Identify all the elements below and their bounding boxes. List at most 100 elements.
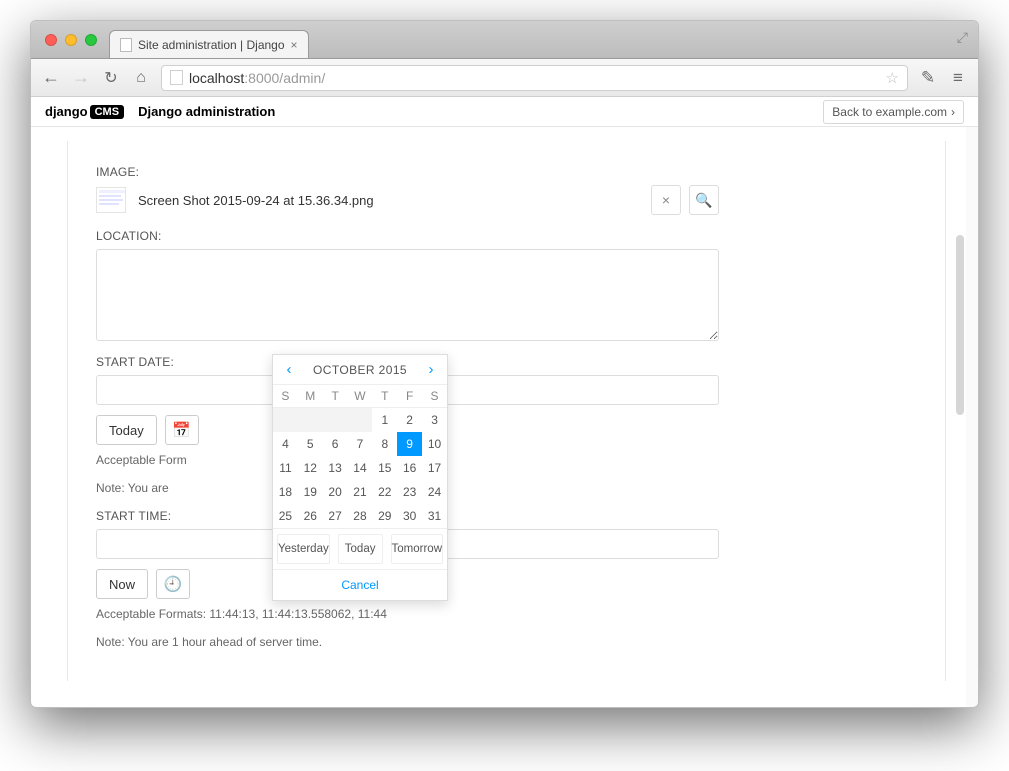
bookmark-star-icon[interactable]: ☆: [886, 69, 899, 87]
calendar-day[interactable]: 3: [422, 408, 447, 433]
address-bar[interactable]: localhost:8000/admin/ ☆: [161, 65, 908, 91]
calendar-day[interactable]: 29: [372, 504, 397, 528]
lookup-image-button[interactable]: 🔍: [689, 185, 719, 215]
browser-window: Site administration | Django × ⤢ ← → ↻ ⌂…: [30, 20, 979, 708]
calendar-day[interactable]: 17: [422, 456, 447, 480]
page-content: IMAGE: Screen Shot 2015-09-24 at 15.36.3…: [31, 127, 978, 707]
prev-month-button[interactable]: ‹: [279, 361, 299, 378]
calendar-day[interactable]: 14: [348, 456, 373, 480]
calendar-day[interactable]: 2: [397, 408, 422, 433]
calendar-day: [273, 408, 298, 433]
calendar-day[interactable]: 16: [397, 456, 422, 480]
calendar-day[interactable]: 26: [298, 504, 323, 528]
calendar-button[interactable]: 📅: [165, 415, 199, 445]
dow-header: S: [273, 385, 298, 408]
calendar-day: [348, 408, 373, 433]
calendar-day[interactable]: 20: [323, 480, 348, 504]
acceptable-formats-date: Acceptable Form: [96, 453, 917, 467]
chevron-right-icon: ›: [951, 105, 955, 119]
calendar-day[interactable]: 10: [422, 432, 447, 456]
timezone-note-truncated: Note: You are: [96, 481, 917, 495]
calendar-day: [323, 408, 348, 433]
dow-header: T: [372, 385, 397, 408]
page-icon: [120, 38, 132, 52]
extensions-icon[interactable]: ✎: [918, 68, 938, 88]
calendar-day[interactable]: 25: [273, 504, 298, 528]
calendar-day[interactable]: 27: [323, 504, 348, 528]
image-label: IMAGE:: [96, 165, 917, 179]
clock-button[interactable]: 🕘: [156, 569, 190, 599]
browser-tabstrip: Site administration | Django × ⤢: [31, 21, 978, 59]
zoom-window-icon[interactable]: [85, 34, 97, 46]
calendar-day[interactable]: 13: [323, 456, 348, 480]
now-button[interactable]: Now: [96, 569, 148, 599]
menu-icon[interactable]: ≡: [948, 68, 968, 88]
minimize-window-icon[interactable]: [65, 34, 77, 46]
calendar-day[interactable]: 31: [422, 504, 447, 528]
cancel-button[interactable]: Cancel: [273, 569, 447, 600]
url-path: :8000/admin/: [244, 70, 325, 86]
back-to-site-button[interactable]: Back to example.com ›: [823, 100, 964, 124]
clear-image-button[interactable]: ×: [651, 185, 681, 215]
scrollbar[interactable]: [956, 235, 964, 415]
calendar-day[interactable]: 5: [298, 432, 323, 456]
calendar-day[interactable]: 1: [372, 408, 397, 433]
calendar-day[interactable]: 9: [397, 432, 422, 456]
image-row: Screen Shot 2015-09-24 at 15.36.34.png ×…: [96, 185, 719, 215]
clock-icon: 🕘: [164, 575, 183, 593]
form-panel: IMAGE: Screen Shot 2015-09-24 at 15.36.3…: [67, 141, 946, 681]
dow-header: F: [397, 385, 422, 408]
calendar-day[interactable]: 18: [273, 480, 298, 504]
calendar-day[interactable]: 30: [397, 504, 422, 528]
calendar-day[interactable]: 7: [348, 432, 373, 456]
cms-logo: django CMS: [45, 104, 124, 119]
search-icon: 🔍: [695, 192, 712, 209]
calendar-day[interactable]: 4: [273, 432, 298, 456]
calendar-day[interactable]: 6: [323, 432, 348, 456]
location-textarea[interactable]: [96, 249, 719, 341]
calendar-day[interactable]: 22: [372, 480, 397, 504]
now-button-label: Now: [109, 577, 135, 592]
acceptable-formats-time: Acceptable Formats: 11:44:13, 11:44:13.5…: [96, 607, 917, 621]
yesterday-button[interactable]: Yesterday: [277, 534, 330, 564]
image-filename: Screen Shot 2015-09-24 at 15.36.34.png: [138, 193, 374, 208]
home-button[interactable]: ⌂: [131, 69, 151, 87]
url-host: localhost: [189, 70, 244, 86]
close-tab-icon[interactable]: ×: [291, 38, 298, 52]
calendar-day: [298, 408, 323, 433]
cms-toolbar: django CMS Django administration Back to…: [31, 97, 978, 127]
image-thumbnail: [96, 187, 126, 213]
calendar-grid: SMTWTFS 12345678910111213141516171819202…: [273, 384, 447, 528]
back-button[interactable]: ←: [41, 67, 61, 88]
calendar-day[interactable]: 24: [422, 480, 447, 504]
next-month-button[interactable]: ›: [421, 361, 441, 378]
today-button-label: Today: [109, 423, 144, 438]
today-button[interactable]: Today: [96, 415, 157, 445]
picker-title: OCTOBER 2015: [313, 363, 407, 377]
calendar-day[interactable]: 23: [397, 480, 422, 504]
calendar-day[interactable]: 19: [298, 480, 323, 504]
calendar-day[interactable]: 21: [348, 480, 373, 504]
dow-header: M: [298, 385, 323, 408]
calendar-day[interactable]: 8: [372, 432, 397, 456]
calendar-day[interactable]: 28: [348, 504, 373, 528]
logo-badge: CMS: [90, 105, 124, 119]
logo-text: django: [45, 104, 88, 119]
today-quick-button[interactable]: Today: [338, 534, 383, 564]
tomorrow-button[interactable]: Tomorrow: [391, 534, 443, 564]
calendar-icon: 📅: [172, 421, 191, 439]
site-icon: [170, 70, 183, 85]
back-to-site-label: Back to example.com: [832, 105, 947, 119]
reload-button[interactable]: ↻: [101, 68, 121, 88]
calendar-day[interactable]: 15: [372, 456, 397, 480]
tab-title: Site administration | Django: [138, 38, 285, 52]
close-window-icon[interactable]: [45, 34, 57, 46]
date-picker: ‹ OCTOBER 2015 › SMTWTFS 123456789101112…: [272, 354, 448, 601]
calendar-day[interactable]: 12: [298, 456, 323, 480]
location-label: LOCATION:: [96, 229, 917, 243]
close-icon: ×: [662, 192, 670, 208]
fullscreen-icon[interactable]: ⤢: [957, 29, 968, 46]
dow-header: T: [323, 385, 348, 408]
browser-tab[interactable]: Site administration | Django ×: [109, 30, 309, 58]
calendar-day[interactable]: 11: [273, 456, 298, 480]
